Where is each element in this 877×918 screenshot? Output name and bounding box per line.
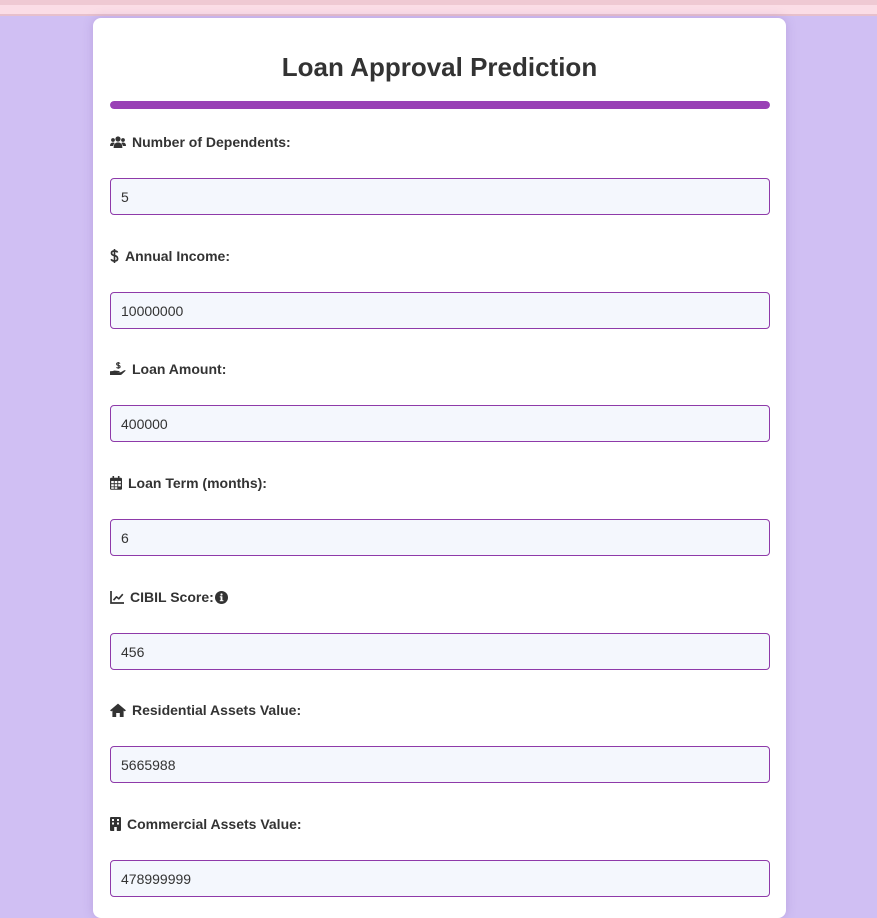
form-card: Loan Approval Prediction Number of Depen…	[93, 18, 786, 918]
chart-line-icon	[110, 590, 124, 604]
commercial-assets-input[interactable]	[110, 860, 770, 897]
cibil-score-input[interactable]	[110, 633, 770, 670]
field-dependents: Number of Dependents:	[110, 133, 770, 215]
field-commercial-assets: Commercial Assets Value:	[110, 815, 770, 897]
label-loan-term: Loan Term (months):	[128, 475, 267, 491]
residential-assets-input[interactable]	[110, 746, 770, 783]
annual-income-input[interactable]	[110, 292, 770, 329]
dependents-input[interactable]	[110, 178, 770, 215]
users-icon	[110, 135, 126, 149]
dollar-icon	[110, 249, 119, 263]
label-loan-amount: Loan Amount:	[132, 361, 227, 377]
label-cibil-score: CIBIL Score:	[130, 589, 214, 605]
loan-term-input[interactable]	[110, 519, 770, 556]
field-annual-income: Annual Income:	[110, 247, 770, 329]
progress-bar	[110, 101, 770, 109]
hand-holding-dollar-icon	[110, 362, 126, 376]
field-loan-amount: Loan Amount:	[110, 360, 770, 442]
field-loan-term: Loan Term (months):	[110, 474, 770, 556]
info-circle-icon[interactable]	[214, 590, 228, 604]
label-dependents: Number of Dependents:	[132, 134, 291, 150]
calendar-icon	[110, 476, 122, 490]
label-annual-income: Annual Income:	[125, 248, 231, 264]
progress-fill	[110, 101, 770, 109]
loan-amount-input[interactable]	[110, 405, 770, 442]
label-commercial-assets: Commercial Assets Value:	[127, 816, 302, 832]
home-icon	[110, 703, 126, 717]
building-icon	[110, 817, 121, 831]
top-strip	[0, 0, 877, 16]
field-residential-assets: Residential Assets Value:	[110, 701, 770, 783]
label-residential-assets: Residential Assets Value:	[132, 702, 302, 718]
field-cibil-score: CIBIL Score:	[110, 588, 770, 670]
page-title: Loan Approval Prediction	[281, 52, 598, 82]
